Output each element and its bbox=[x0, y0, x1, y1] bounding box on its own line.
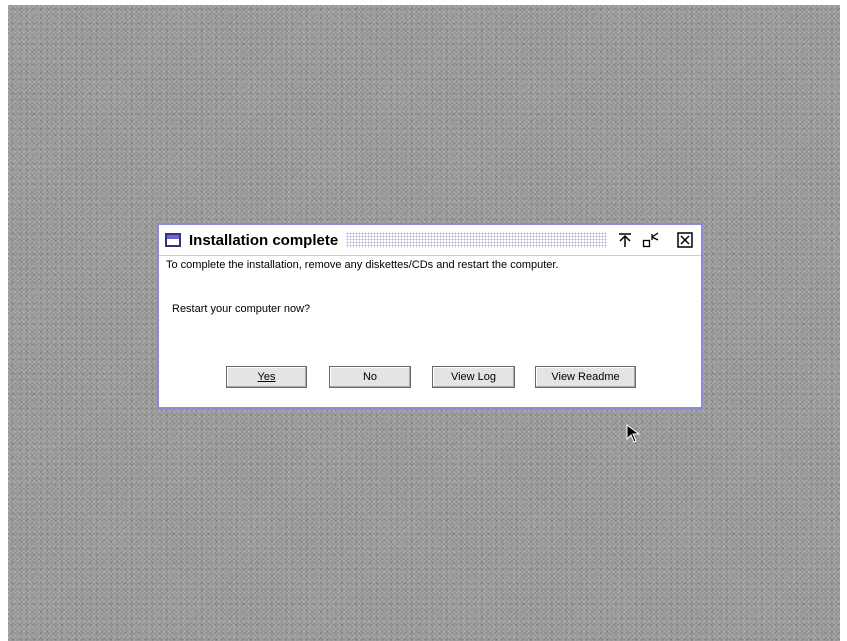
completion-message: To complete the installation, remove any… bbox=[166, 259, 559, 271]
close-icon[interactable] bbox=[675, 230, 695, 250]
yes-button-label: Yes bbox=[257, 371, 276, 383]
restart-question: Restart your computer now? bbox=[172, 303, 311, 315]
dialog-titlebar[interactable]: Installation complete bbox=[159, 225, 701, 256]
installation-complete-dialog: Installation complete To complete the in… bbox=[157, 223, 703, 409]
dialog-title: Installation complete bbox=[189, 231, 339, 249]
view-readme-button[interactable]: View Readme bbox=[535, 366, 636, 388]
titlebar-pattern bbox=[346, 232, 607, 248]
mouse-pointer-icon bbox=[626, 424, 642, 451]
no-button[interactable]: No bbox=[329, 366, 411, 388]
view-log-button[interactable]: View Log bbox=[432, 366, 515, 388]
restore-icon[interactable] bbox=[641, 230, 661, 250]
move-to-top-icon[interactable] bbox=[615, 230, 635, 250]
yes-button[interactable]: Yes bbox=[226, 366, 307, 388]
window-menu-icon[interactable] bbox=[165, 233, 181, 247]
